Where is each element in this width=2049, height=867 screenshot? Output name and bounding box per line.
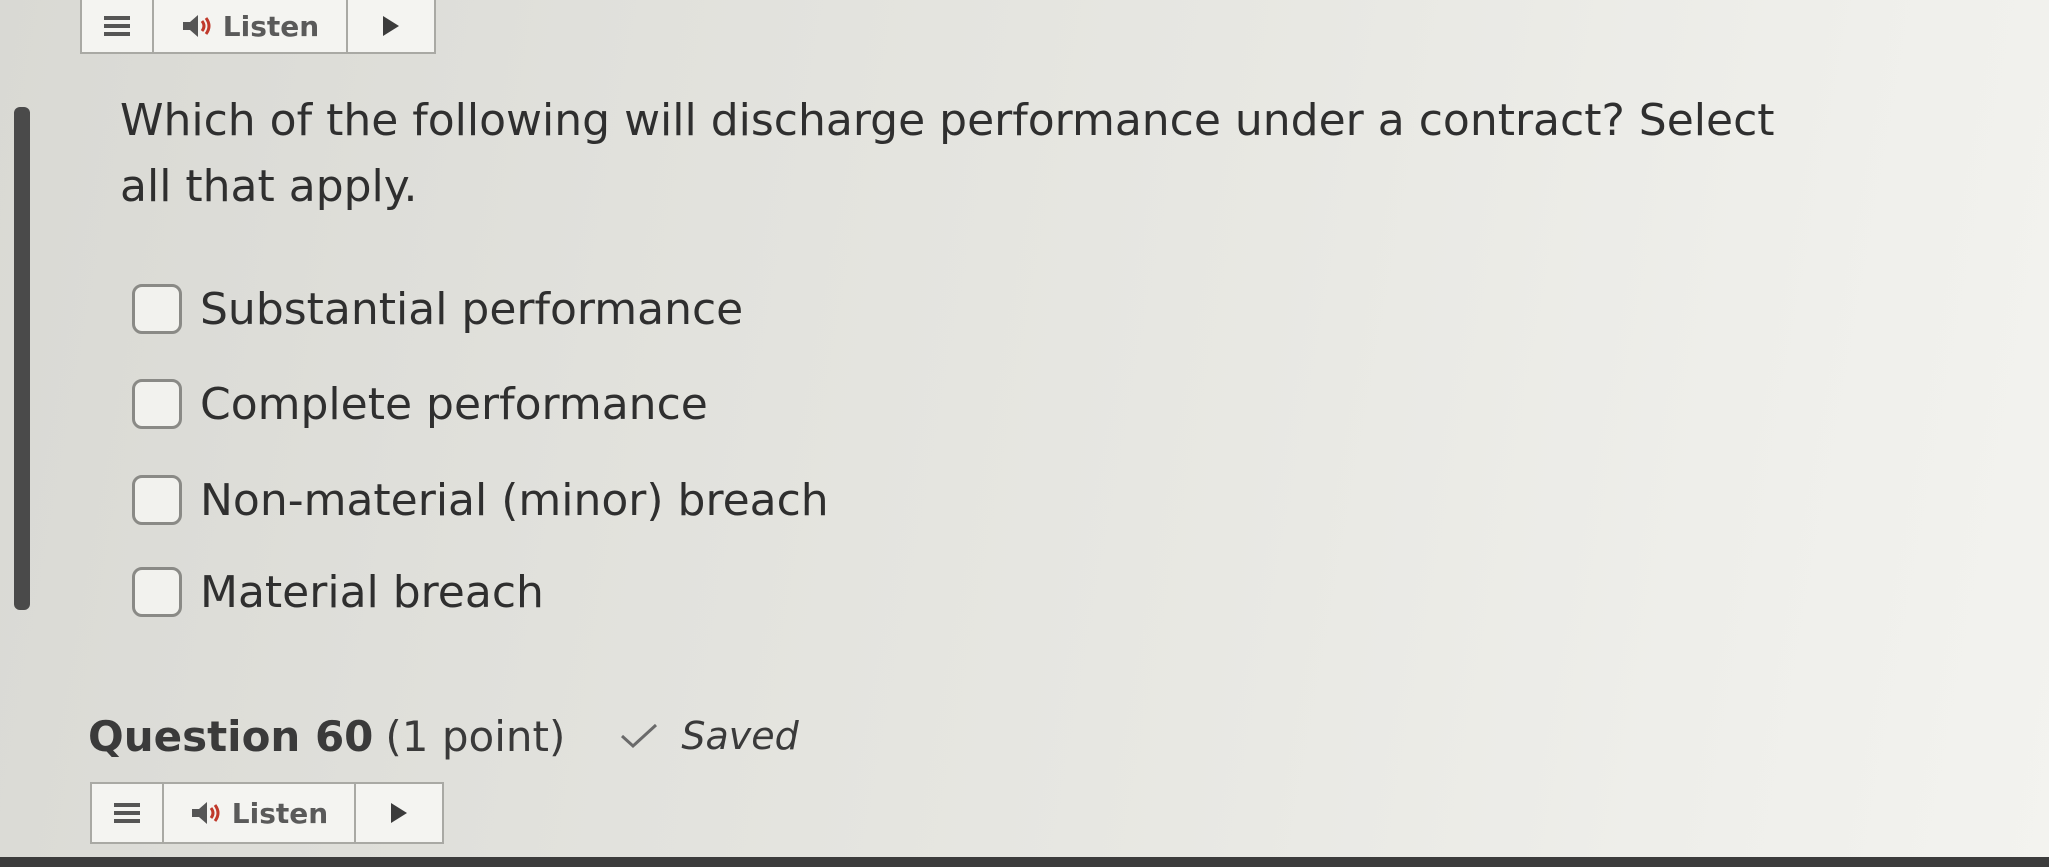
screen-bezel [0,857,2049,867]
menu-icon [104,16,130,36]
question-focus-marker [14,107,30,610]
play-icon [391,803,407,823]
listen-menu-button[interactable] [82,0,154,52]
listen-button[interactable]: Listen [154,0,348,52]
checkbox[interactable] [132,379,182,429]
question-number: Question 60 [88,711,374,761]
listen-label: Listen [222,9,320,43]
option-complete-performance[interactable]: Complete performance [132,376,708,432]
checkbox[interactable] [132,284,182,334]
question-header: Question 60 (1 point) Saved [88,706,799,766]
option-label: Complete performance [200,378,708,430]
speaker-icon [191,802,220,824]
checkbox[interactable] [132,475,182,525]
play-button[interactable] [348,0,434,52]
speaker-icon [182,15,211,37]
option-label: Substantial performance [200,283,744,335]
option-label: Material breach [200,566,544,618]
play-icon [383,16,399,36]
checkbox[interactable] [132,567,182,617]
option-non-material-breach[interactable]: Non-material (minor) breach [132,472,829,528]
option-label: Non-material (minor) breach [200,474,829,526]
listen-button[interactable]: Listen [164,784,356,842]
listen-menu-button[interactable] [92,784,164,842]
question-points: (1 point) [385,711,566,761]
play-button[interactable] [356,784,442,842]
option-material-breach[interactable]: Material breach [132,564,544,620]
menu-icon [114,803,140,823]
listen-toolbar-bottom: Listen [90,782,444,844]
question-text: Which of the following will discharge pe… [120,95,1775,212]
check-icon [621,723,658,749]
listen-toolbar-top: Listen [80,0,436,54]
saved-status: Saved [681,714,799,758]
listen-label: Listen [231,796,329,830]
option-substantial-performance[interactable]: Substantial performance [132,281,743,337]
